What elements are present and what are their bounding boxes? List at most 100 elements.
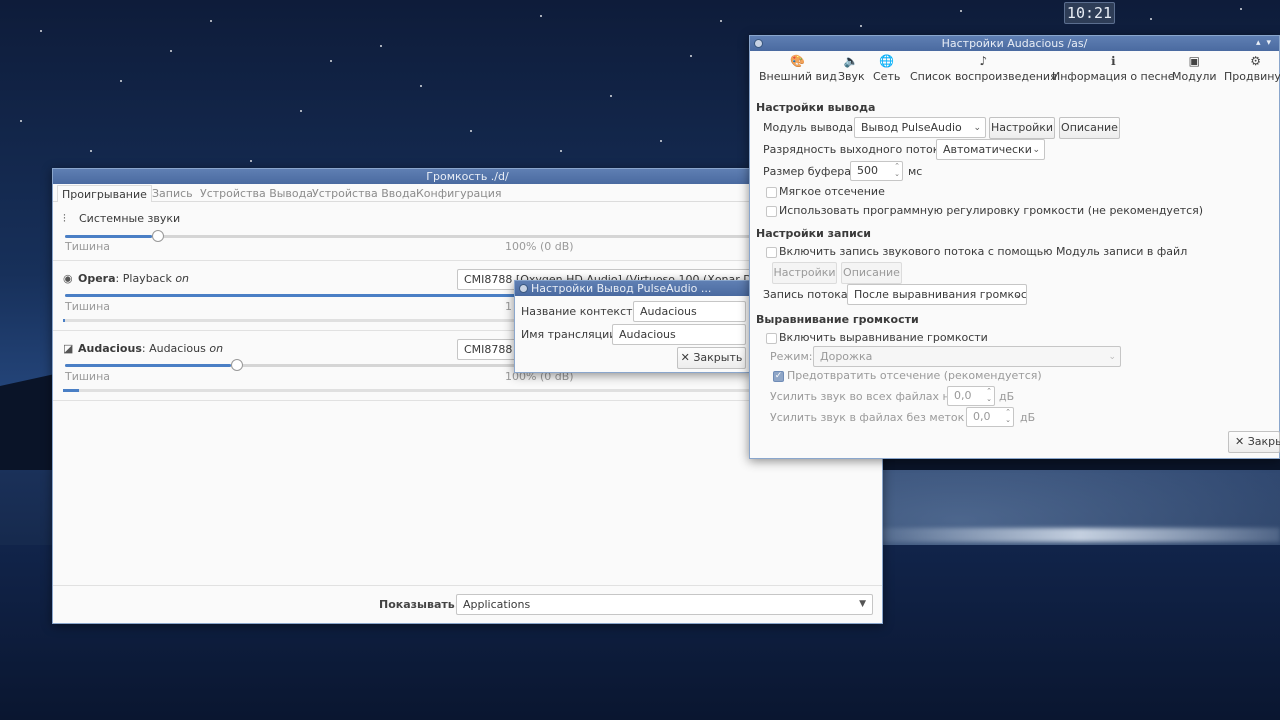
tab-input-devices[interactable]: Устройства Ввода xyxy=(308,185,420,202)
palette-icon: 🎨 xyxy=(790,54,806,68)
chevron-down-icon: ⌄ xyxy=(1014,290,1022,300)
system-sounds-slider-knob[interactable] xyxy=(152,230,164,242)
opera-icon: ◉ xyxy=(63,272,73,285)
lake-glow xyxy=(880,528,1280,542)
output-description-button[interactable]: Описание xyxy=(1059,117,1120,139)
tab-output-devices[interactable]: Устройства Вывода xyxy=(196,185,317,202)
separator xyxy=(53,400,753,401)
amplify-all-label: Усилить звук во всех файлах на: xyxy=(770,390,961,403)
opera-stream-label: Opera: Playback on xyxy=(78,272,190,285)
close-button[interactable]: ✕ Закрыть xyxy=(677,347,746,369)
audacious-stream-label: Audacious: Audacious on xyxy=(78,342,224,355)
pulseaudio-settings-dialog: Настройки Вывод PulseAudio ... Название … xyxy=(514,280,751,373)
replaygain-enable-label: Включить выравнивание громкости xyxy=(779,331,988,344)
tab-configuration[interactable]: Конфигурация xyxy=(412,185,506,202)
close-button[interactable]: ✕ Закры xyxy=(1228,431,1280,453)
audacious-icon: ◪ xyxy=(63,342,74,355)
system-sounds-label: Системные звуки xyxy=(79,212,181,225)
replaygain-heading: Выравнивание громкости xyxy=(756,313,919,326)
spinner-arrows-icon[interactable]: ⌃ ⌄ xyxy=(986,387,992,403)
record-enable-label: Включить запись звукового потока с помощ… xyxy=(779,245,1188,258)
mode-select[interactable]: Дорожка ⌄ xyxy=(813,346,1121,367)
toolbar-playlist[interactable]: ♪ Список воспроизведения xyxy=(910,52,1057,83)
toolbar-appearance[interactable]: 🎨 Внешний вид xyxy=(759,52,837,83)
music-note-icon: ♪ xyxy=(979,54,988,68)
toolbar-song-info[interactable]: ℹ Информация о песне xyxy=(1052,52,1175,83)
buffer-size-label: Размер буфера: xyxy=(763,165,855,178)
tab-recording[interactable]: Запись xyxy=(148,185,197,202)
window-menu-icon[interactable] xyxy=(519,284,528,293)
buffer-unit-label: мс xyxy=(908,165,923,178)
spinner-arrows-icon[interactable]: ⌃ ⌄ xyxy=(894,162,900,178)
output-module-select[interactable]: Вывод PulseAudio ⌄ xyxy=(854,117,986,138)
software-volume-checkbox[interactable] xyxy=(766,206,777,217)
system-sounds-level-label: 100% (0 dB) xyxy=(505,240,574,253)
record-stream-label: Запись потока: xyxy=(763,288,852,301)
pulseaudio-dialog-titlebar[interactable]: Настройки Вывод PulseAudio ... xyxy=(515,281,750,296)
info-icon: ℹ xyxy=(1110,54,1116,68)
mode-label: Режим: xyxy=(770,350,813,363)
amplify-all-spinner[interactable]: 0,0 ⌃ ⌄ xyxy=(947,386,995,406)
dropdown-arrow-icon: ▼ xyxy=(859,599,866,609)
separator xyxy=(53,260,753,261)
record-enable-checkbox[interactable] xyxy=(766,247,777,258)
volume-window-title: Громкость ./d/ xyxy=(426,170,509,183)
stream-name-input[interactable]: Audacious xyxy=(612,324,746,345)
chevron-down-icon: ⌄ xyxy=(1108,352,1116,362)
soft-clip-checkbox[interactable] xyxy=(766,187,777,198)
speaker-icon: 🔈 xyxy=(843,54,859,68)
prevent-clip-checkbox[interactable]: ✓ xyxy=(773,371,784,382)
opera-level-label: 1 xyxy=(505,300,512,313)
opera-silence-label: Тишина xyxy=(65,300,111,313)
replaygain-enable-checkbox[interactable] xyxy=(766,333,777,344)
software-volume-label: Использовать программную регулировку гро… xyxy=(779,204,1204,217)
context-name-input[interactable]: Audacious xyxy=(633,301,746,322)
output-module-label: Модуль вывода: xyxy=(763,121,857,134)
amplify-all-unit: дБ xyxy=(999,390,1015,403)
output-settings-button[interactable]: Настройки xyxy=(989,117,1055,139)
system-sounds-silence-label: Тишина xyxy=(65,240,111,253)
toolbar-network[interactable]: 🌐 Сеть xyxy=(873,52,900,83)
toolbar-plugins[interactable]: ▣ Модули xyxy=(1172,52,1217,83)
amplify-untagged-unit: дБ xyxy=(1020,411,1036,424)
globe-icon: 🌐 xyxy=(879,54,895,68)
clock[interactable]: 10:21 xyxy=(1064,2,1115,24)
audacious-settings-window: Настройки Audacious /as/ ▴▾ 🎨 Внешний ви… xyxy=(749,35,1280,459)
toolbar-advanced[interactable]: ⚙ Продвинут xyxy=(1224,52,1280,83)
chevron-down-icon: ⌄ xyxy=(973,123,981,133)
separator xyxy=(53,585,882,586)
system-sounds-slider[interactable] xyxy=(65,230,755,242)
audacious-device-select[interactable]: CMI8788 [ xyxy=(457,339,517,360)
window-menu-icon[interactable] xyxy=(754,39,763,48)
record-settings-heading: Настройки записи xyxy=(756,227,872,240)
chevron-down-icon: ⌄ xyxy=(1032,145,1040,155)
pulseaudio-dialog-title: Настройки Вывод PulseAudio ... xyxy=(531,282,712,295)
audacious-settings-title: Настройки Audacious /as/ xyxy=(941,37,1088,50)
tab-playback[interactable]: Проигрывание xyxy=(57,185,152,202)
gear-icon: ⚙ xyxy=(1250,54,1262,68)
output-settings-heading: Настройки вывода xyxy=(756,101,876,114)
amplify-untagged-spinner[interactable]: 0,0 ⌃ ⌄ xyxy=(966,407,1014,427)
plugin-icon: ▣ xyxy=(1188,54,1200,68)
show-filter-select[interactable]: Applications ▼ xyxy=(456,594,873,615)
show-label: Показывать: xyxy=(379,598,460,611)
audacious-silence-label: Тишина xyxy=(65,370,111,383)
audacious-slider-knob[interactable] xyxy=(231,359,243,371)
record-description-button[interactable]: Описание xyxy=(841,262,902,284)
spinner-arrows-icon[interactable]: ⌃ ⌄ xyxy=(1005,408,1011,424)
amplify-untagged-label: Усилить звук в файлах без меток на: xyxy=(770,411,986,424)
record-settings-button[interactable]: Настройки xyxy=(772,262,837,284)
bit-depth-label: Разрядность выходного потока: xyxy=(763,143,950,156)
system-sounds-icon: ⫶ xyxy=(63,212,66,225)
buffer-size-spinner[interactable]: 500 ⌃ ⌄ xyxy=(850,161,903,181)
audacious-peak-meter xyxy=(63,389,763,392)
audacious-settings-titlebar[interactable]: Настройки Audacious /as/ ▴▾ xyxy=(750,36,1279,51)
window-controls[interactable]: ▴▾ xyxy=(1256,36,1277,51)
context-name-label: Название контекста: xyxy=(521,305,643,318)
stream-name-label: Имя трансляции: xyxy=(521,328,621,341)
prevent-clip-label: Предотвратить отсечение (рекомендуется) xyxy=(787,369,1042,382)
soft-clip-label: Мягкое отсечение xyxy=(779,185,885,198)
record-stream-select[interactable]: После выравнивания громкости ⌄ xyxy=(847,284,1027,305)
bit-depth-select[interactable]: Автоматически ⌄ xyxy=(936,139,1045,160)
toolbar-audio[interactable]: 🔈 Звук xyxy=(838,52,865,83)
